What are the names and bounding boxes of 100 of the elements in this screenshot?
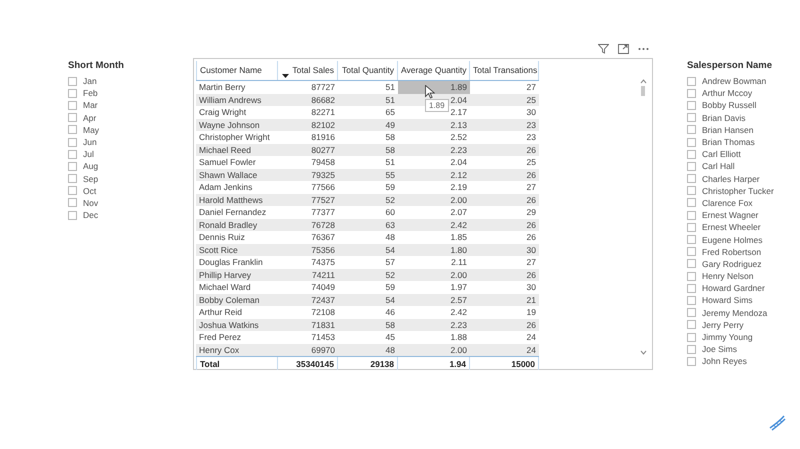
scroll-down-icon[interactable] <box>640 350 646 355</box>
checkbox[interactable] <box>687 186 696 196</box>
checkbox[interactable] <box>687 235 696 244</box>
table-cell: 26 <box>526 194 536 204</box>
checkbox[interactable] <box>687 162 696 171</box>
slicer-item[interactable]: Carl Elliott <box>702 149 741 160</box>
slicer-item[interactable]: Jeremy Mendoza <box>702 308 768 318</box>
slicer-item[interactable]: May <box>83 124 100 135</box>
column-header[interactable]: Average Quantity <box>398 61 470 80</box>
column-header[interactable]: Total Sales <box>278 61 338 80</box>
slicer-item[interactable]: Carl Hall <box>702 161 735 172</box>
checkbox[interactable] <box>687 247 696 256</box>
slicer-item[interactable]: Mar <box>83 100 98 110</box>
checkbox[interactable] <box>687 210 696 220</box>
slicer-item[interactable]: Howard Gardner <box>702 283 765 294</box>
slicer-item[interactable]: Brian Thomas <box>702 137 755 148</box>
slicer-item[interactable]: Henry Nelson <box>702 271 754 282</box>
slicer-item[interactable]: Oct <box>83 186 96 196</box>
checkbox[interactable] <box>687 344 696 354</box>
checkbox[interactable] <box>687 259 696 268</box>
checkbox[interactable] <box>68 76 77 86</box>
checkbox[interactable] <box>68 186 77 196</box>
slicer-item[interactable]: Joe Sims <box>702 344 737 354</box>
checkbox[interactable] <box>687 138 696 147</box>
checkbox[interactable] <box>687 296 696 305</box>
column-header[interactable]: Customer Name <box>196 61 278 80</box>
table-cell: 26 <box>526 232 536 242</box>
checkbox[interactable] <box>687 320 696 330</box>
checkbox[interactable] <box>687 198 696 208</box>
slicer-item[interactable]: Feb <box>83 88 98 98</box>
checkbox[interactable] <box>68 210 77 220</box>
scroll-up-icon[interactable] <box>640 79 646 84</box>
slicer-item[interactable]: Charles Harper <box>702 174 760 184</box>
checkbox[interactable] <box>687 174 696 184</box>
table-cell: 82102 <box>311 120 335 130</box>
column-header[interactable]: Total Quantity <box>338 61 398 80</box>
table-cell: 80277 <box>311 144 335 154</box>
slicer-item[interactable]: Clarence Fox <box>702 198 753 208</box>
checkbox[interactable] <box>687 284 696 293</box>
slicer-item[interactable]: Jimmy Young <box>702 332 753 342</box>
slicer-item[interactable]: Gary Rodriguez <box>702 258 762 269</box>
table-cell: 72437 <box>311 294 335 304</box>
checkbox[interactable] <box>68 88 77 98</box>
table-cell: 1.89 <box>450 82 467 92</box>
checkbox[interactable] <box>68 198 77 208</box>
slicer-item[interactable]: Bobby Russell <box>702 100 756 110</box>
checkbox[interactable] <box>687 150 696 159</box>
slicer-item[interactable]: Howard Sims <box>702 295 753 306</box>
slicer-item[interactable]: Jun <box>83 137 97 148</box>
slicer-item[interactable]: Jerry Perry <box>702 320 744 330</box>
slicer-item[interactable]: Jan <box>83 76 97 86</box>
checkbox[interactable] <box>68 138 77 147</box>
checkbox[interactable] <box>687 113 696 122</box>
slicer-item[interactable]: Brian Hansen <box>702 124 754 135</box>
column-header[interactable]: Total Transations <box>470 61 539 80</box>
slicer-item[interactable]: Eugene Holmes <box>702 234 762 245</box>
slicer-item[interactable]: Sep <box>83 174 98 184</box>
checkbox[interactable] <box>687 332 696 342</box>
checkbox[interactable] <box>68 174 77 184</box>
table-cell: 87727 <box>311 82 335 92</box>
checkbox[interactable] <box>687 308 696 318</box>
checkbox[interactable] <box>68 113 77 122</box>
slicer-item[interactable]: Aug <box>83 161 98 172</box>
slicer-item[interactable]: Jul <box>83 149 94 160</box>
more-options-icon[interactable] <box>638 47 649 51</box>
slicer-item[interactable]: Brian Davis <box>702 112 746 123</box>
checkbox[interactable] <box>687 125 696 134</box>
table-cell: 23 <box>526 132 536 142</box>
focus-mode-icon[interactable] <box>618 44 629 54</box>
slicer-item[interactable]: Nov <box>83 198 98 208</box>
table-cell: 76367 <box>311 232 335 242</box>
slicer-item[interactable]: Dec <box>83 210 98 220</box>
slicer-item[interactable]: Fred Robertson <box>702 246 762 257</box>
filter-icon[interactable] <box>598 44 609 54</box>
slicer-item[interactable]: John Reyes <box>702 356 747 366</box>
slicer-item[interactable]: Apr <box>83 112 96 123</box>
slicer-item[interactable]: Christopher Tucker <box>702 186 774 196</box>
slicer-item[interactable]: Ernest Wheeler <box>702 222 761 232</box>
checkbox[interactable] <box>687 356 696 366</box>
checkbox[interactable] <box>687 222 696 232</box>
checkbox[interactable] <box>687 76 696 86</box>
table-cell: 55 <box>386 170 395 180</box>
slicer-item[interactable]: Arthur Mccoy <box>702 88 752 98</box>
total-cell: 35340145 <box>278 357 338 370</box>
table-cell: Bobby Coleman <box>199 294 260 304</box>
checkbox[interactable] <box>68 162 77 171</box>
slicer-item[interactable]: Ernest Wagner <box>702 210 758 220</box>
total-cell: Total <box>196 357 278 370</box>
table-cell: 58 <box>386 132 395 142</box>
checkbox[interactable] <box>68 125 77 134</box>
table-cell: 51 <box>386 94 395 104</box>
checkbox[interactable] <box>68 100 77 110</box>
checkbox[interactable] <box>68 150 77 159</box>
table-cell: Dennis Ruiz <box>199 232 245 242</box>
table-cell: 2.00 <box>450 270 467 280</box>
checkbox[interactable] <box>687 100 696 110</box>
table-cell: 2.00 <box>450 344 467 354</box>
slicer-item[interactable]: Andrew Bowman <box>702 76 766 86</box>
checkbox[interactable] <box>687 88 696 98</box>
checkbox[interactable] <box>687 272 696 281</box>
